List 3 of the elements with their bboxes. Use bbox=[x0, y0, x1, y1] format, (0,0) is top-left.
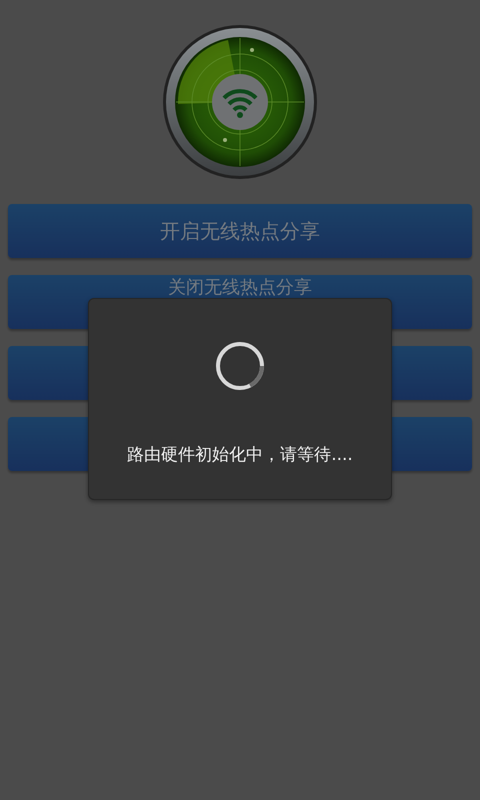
loading-spinner-icon bbox=[215, 341, 265, 391]
action-button[interactable]: 开启无线热点分享 bbox=[8, 204, 472, 258]
dialog-message: 路由硬件初始化中，请等待.... bbox=[127, 444, 353, 466]
